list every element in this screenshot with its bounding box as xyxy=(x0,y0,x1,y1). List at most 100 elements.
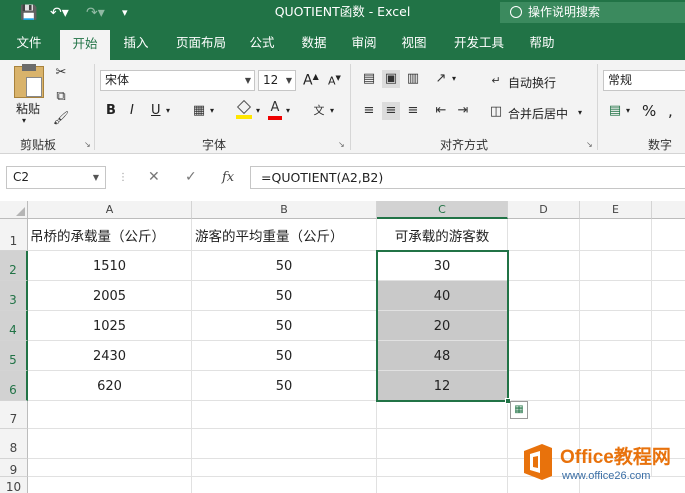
cell-e6[interactable] xyxy=(580,371,652,401)
tab-review[interactable]: 审阅 xyxy=(342,26,386,60)
orientation-dropdown-icon[interactable]: ▾ xyxy=(452,74,456,83)
tab-page-layout[interactable]: 页面布局 xyxy=(166,26,236,60)
cut-icon[interactable]: ✂ xyxy=(52,64,70,82)
wrap-text-button[interactable]: 自动换行 xyxy=(508,74,556,91)
increase-indent-icon[interactable]: ⇥ xyxy=(454,102,472,120)
cell-b6[interactable]: 50 xyxy=(192,371,377,401)
cell-b10[interactable] xyxy=(192,477,377,493)
number-format-combo[interactable]: 常规 xyxy=(603,70,685,91)
cell-f3[interactable] xyxy=(652,281,685,311)
fill-color-icon[interactable] xyxy=(236,99,252,119)
cell-a3[interactable]: 2005 xyxy=(28,281,192,311)
bold-button[interactable]: B xyxy=(106,103,116,118)
accounting-dropdown-icon[interactable]: ▾ xyxy=(626,106,630,115)
cell-c5[interactable]: 48 xyxy=(377,341,508,371)
paste-icon[interactable] xyxy=(14,64,44,98)
row-header-5[interactable]: 5 xyxy=(0,341,28,371)
underline-dropdown-icon[interactable]: ▾ xyxy=(166,106,170,115)
row-header-1[interactable]: 1 xyxy=(0,219,28,251)
cell-a7[interactable] xyxy=(28,401,192,429)
insert-function-button[interactable]: fx xyxy=(222,166,234,189)
cell-c6[interactable]: 12 xyxy=(377,371,508,401)
comma-style-button[interactable]: , xyxy=(668,102,673,120)
cell-a4[interactable]: 1025 xyxy=(28,311,192,341)
tab-insert[interactable]: 插入 xyxy=(114,26,158,60)
cell-d2[interactable] xyxy=(508,251,580,281)
grow-font-button[interactable]: A▲ xyxy=(303,72,319,89)
cell-c1[interactable]: 可承载的游客数 xyxy=(377,219,508,251)
cell-b5[interactable]: 50 xyxy=(192,341,377,371)
cell-a8[interactable] xyxy=(28,429,192,459)
merge-dropdown-icon[interactable]: ▾ xyxy=(578,108,582,117)
quick-analysis-icon[interactable]: ▦ xyxy=(510,401,528,419)
borders-icon[interactable]: ▦ xyxy=(190,102,208,120)
tab-home[interactable]: 开始 xyxy=(60,30,110,60)
tell-me-search[interactable]: 操作说明搜索 xyxy=(500,2,685,23)
cell-b8[interactable] xyxy=(192,429,377,459)
row-header-4[interactable]: 4 xyxy=(0,311,28,341)
cell-c7[interactable] xyxy=(377,401,508,429)
column-header-f[interactable] xyxy=(652,201,685,219)
tab-data[interactable]: 数据 xyxy=(292,26,336,60)
borders-dropdown-icon[interactable]: ▾ xyxy=(210,106,214,115)
decrease-indent-icon[interactable]: ⇤ xyxy=(432,102,450,120)
select-all-button[interactable] xyxy=(0,201,28,219)
tab-view[interactable]: 视图 xyxy=(392,26,436,60)
cell-f6[interactable] xyxy=(652,371,685,401)
cell-f7[interactable] xyxy=(652,401,685,429)
cell-c3[interactable]: 40 xyxy=(377,281,508,311)
align-bottom-icon[interactable]: ▥ xyxy=(404,70,422,88)
font-launcher-icon[interactable]: ↘ xyxy=(338,140,345,149)
align-right-icon[interactable]: ≡ xyxy=(404,102,422,120)
copy-icon[interactable]: ⧉ xyxy=(52,88,70,106)
align-top-icon[interactable]: ▤ xyxy=(360,70,378,88)
orientation-icon[interactable]: ↗ xyxy=(432,70,450,88)
percent-button[interactable]: % xyxy=(642,102,656,120)
cell-a6[interactable]: 620 xyxy=(28,371,192,401)
column-header-b[interactable]: B xyxy=(192,201,377,219)
align-middle-icon[interactable]: ▣ xyxy=(382,70,400,88)
cell-b7[interactable] xyxy=(192,401,377,429)
cell-d5[interactable] xyxy=(508,341,580,371)
cell-c2[interactable]: 30 xyxy=(377,251,508,281)
column-header-d[interactable]: D xyxy=(508,201,580,219)
column-header-e[interactable]: E xyxy=(580,201,652,219)
cell-f5[interactable] xyxy=(652,341,685,371)
shrink-font-button[interactable]: A▼ xyxy=(328,74,341,88)
row-header-8[interactable]: 8 xyxy=(0,429,28,459)
name-box[interactable]: C2 ▼ xyxy=(6,166,106,189)
tab-formulas[interactable]: 公式 xyxy=(240,26,284,60)
row-header-9[interactable]: 9 xyxy=(0,459,28,477)
align-center-icon[interactable]: ≡ xyxy=(382,102,400,120)
phonetic-guide-icon[interactable]: 文 xyxy=(310,102,328,120)
paste-dropdown-icon[interactable]: ▾ xyxy=(22,116,26,125)
merge-center-button[interactable]: 合并后居中 xyxy=(508,105,568,122)
cell-c4[interactable]: 20 xyxy=(377,311,508,341)
cell-f4[interactable] xyxy=(652,311,685,341)
align-left-icon[interactable]: ≡ xyxy=(360,102,378,120)
row-header-10[interactable]: 10 xyxy=(0,477,28,493)
cell-b2[interactable]: 50 xyxy=(192,251,377,281)
cell-a1[interactable]: 吊桥的承载量（公斤） xyxy=(28,219,192,251)
cell-a2[interactable]: 1510 xyxy=(28,251,192,281)
underline-button[interactable]: U xyxy=(151,103,161,118)
column-header-a[interactable]: A xyxy=(28,201,192,219)
alignment-launcher-icon[interactable]: ↘ xyxy=(586,140,593,149)
cell-e4[interactable] xyxy=(580,311,652,341)
cell-b4[interactable]: 50 xyxy=(192,311,377,341)
cell-d1[interactable] xyxy=(508,219,580,251)
cell-c8[interactable] xyxy=(377,429,508,459)
cell-e2[interactable] xyxy=(580,251,652,281)
format-painter-icon[interactable]: 🖌 xyxy=(52,110,70,128)
cell-a5[interactable]: 2430 xyxy=(28,341,192,371)
cancel-icon[interactable]: ✕ xyxy=(148,166,160,189)
enter-icon[interactable]: ✓ xyxy=(185,166,197,189)
cell-f2[interactable] xyxy=(652,251,685,281)
cell-b3[interactable]: 50 xyxy=(192,281,377,311)
cell-e1[interactable] xyxy=(580,219,652,251)
font-size-combo[interactable]: 12 ▼ xyxy=(258,70,296,91)
column-header-c[interactable]: C xyxy=(377,201,508,219)
tab-developer[interactable]: 开发工具 xyxy=(444,26,514,60)
tab-help[interactable]: 帮助 xyxy=(520,26,564,60)
accounting-format-icon[interactable]: ▤ xyxy=(606,102,624,120)
